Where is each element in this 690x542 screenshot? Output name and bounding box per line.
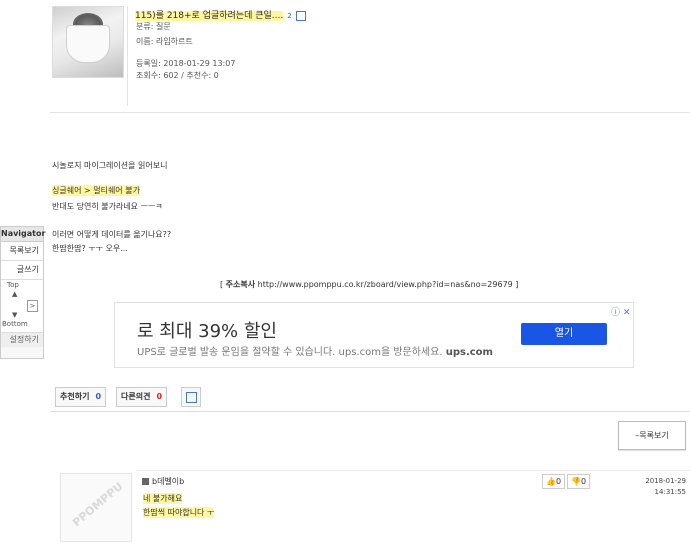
- ad-info-icon[interactable]: ⓘ ✕: [611, 305, 630, 318]
- post-author: 이름: 라임하르트: [136, 37, 193, 46]
- navigator-write-link[interactable]: 글쓰기: [1, 261, 43, 280]
- source-url[interactable]: http://www.ppomppu.co.kr/zboard/view.php…: [258, 280, 513, 289]
- comment-avatar: PPOMPPU: [60, 473, 132, 542]
- comment-divider: [136, 470, 690, 471]
- bottom-label[interactable]: Bottom: [2, 320, 28, 328]
- post-thumbnail: [52, 6, 124, 78]
- post-title-row: 115)를 218+로 업글하려는데 큰일.... 2: [135, 8, 306, 21]
- body-line-2: 싱글쉐어 > 멀티쉐어 불가: [52, 185, 140, 196]
- comment-dislike-button[interactable]: 👎0: [567, 474, 591, 489]
- ad-banner[interactable]: 로 최대 39% 할인 UPS로 글로벌 발송 운임을 절약할 수 있습니다. …: [114, 302, 634, 368]
- divider: [50, 411, 690, 412]
- comment-date: 2018-01-29: [645, 477, 686, 485]
- post-date: 등록일: 2018-01-29 13:07: [136, 59, 236, 68]
- thumbs-up-icon: 👍: [546, 477, 556, 486]
- post-stats: 조회수: 602 / 추천수: 0: [136, 71, 219, 80]
- ad-domain: ups.com: [445, 347, 493, 358]
- comment-line-2: 한땀씩 따야합니다 ㅜ: [143, 507, 215, 518]
- dissent-button[interactable]: 다른의견 0: [116, 387, 168, 407]
- comment-time: 14:31:55: [654, 488, 686, 496]
- divider: [50, 112, 690, 113]
- comment-author[interactable]: b데벨이b: [142, 476, 184, 487]
- comment-like-button[interactable]: 👍0: [542, 474, 566, 489]
- arrow-up-icon[interactable]: ▲: [12, 290, 17, 298]
- ad-open-button[interactable]: 열기: [521, 323, 607, 345]
- source-label: 주소복사: [225, 280, 256, 289]
- navigator-list-link[interactable]: 목록보기: [1, 242, 43, 261]
- body-line-3: 반대도 당연히 불가라네요 ㅡㅡㅋ: [52, 202, 163, 211]
- recommend-count: 0: [95, 392, 102, 401]
- post-title[interactable]: 115)를 218+로 업글하려는데 큰일....: [135, 11, 284, 21]
- reply-count: 2: [287, 12, 292, 20]
- share-icon: [186, 392, 197, 403]
- comment-line-1: 네 불가해요: [143, 493, 183, 504]
- top-label[interactable]: Top: [7, 281, 19, 289]
- navigator-scroll: Top ▲ > ▼ Bottom: [1, 280, 43, 333]
- body-line-5: 한땀한땀? ㅜㅜ 오우...: [52, 244, 128, 253]
- ad-subtext: UPS로 글로벌 발송 운임을 절약할 수 있습니다. ups.com을 방문하…: [137, 347, 493, 358]
- ad-headline: 로 최대 39% 할인: [137, 321, 277, 342]
- share-icon[interactable]: [295, 10, 306, 21]
- body-line-1: 시놀로지 마이그레이션을 읽어보니: [52, 161, 168, 170]
- user-icon: [142, 478, 149, 485]
- list-button[interactable]: –목록보기: [618, 421, 686, 450]
- thumbs-down-icon: 👎: [571, 477, 581, 486]
- body-line-4: 이러면 어떻게 데이터를 옮기나요??: [52, 230, 172, 239]
- share-button[interactable]: [181, 387, 201, 407]
- ppomppu-watermark: PPOMPPU: [70, 479, 126, 530]
- navigator-settings[interactable]: 설정하기: [1, 333, 43, 347]
- header-divider: [127, 6, 128, 106]
- recommend-button[interactable]: 추천하기 0: [55, 387, 107, 407]
- navigator-title: Navigator: [1, 227, 45, 242]
- post-category: 분류: 질문: [136, 22, 171, 31]
- source-link[interactable]: [ 주소복사 http://www.ppomppu.co.kr/zboard/v…: [220, 279, 518, 290]
- arrow-right-icon[interactable]: >: [27, 300, 38, 312]
- cup-image: [66, 25, 110, 63]
- dissent-count: 0: [156, 392, 163, 401]
- navigator-panel: Navigator 목록보기 글쓰기 Top ▲ > ▼ Bottom 설정하기: [0, 226, 45, 359]
- arrow-down-icon[interactable]: ▼: [12, 311, 17, 319]
